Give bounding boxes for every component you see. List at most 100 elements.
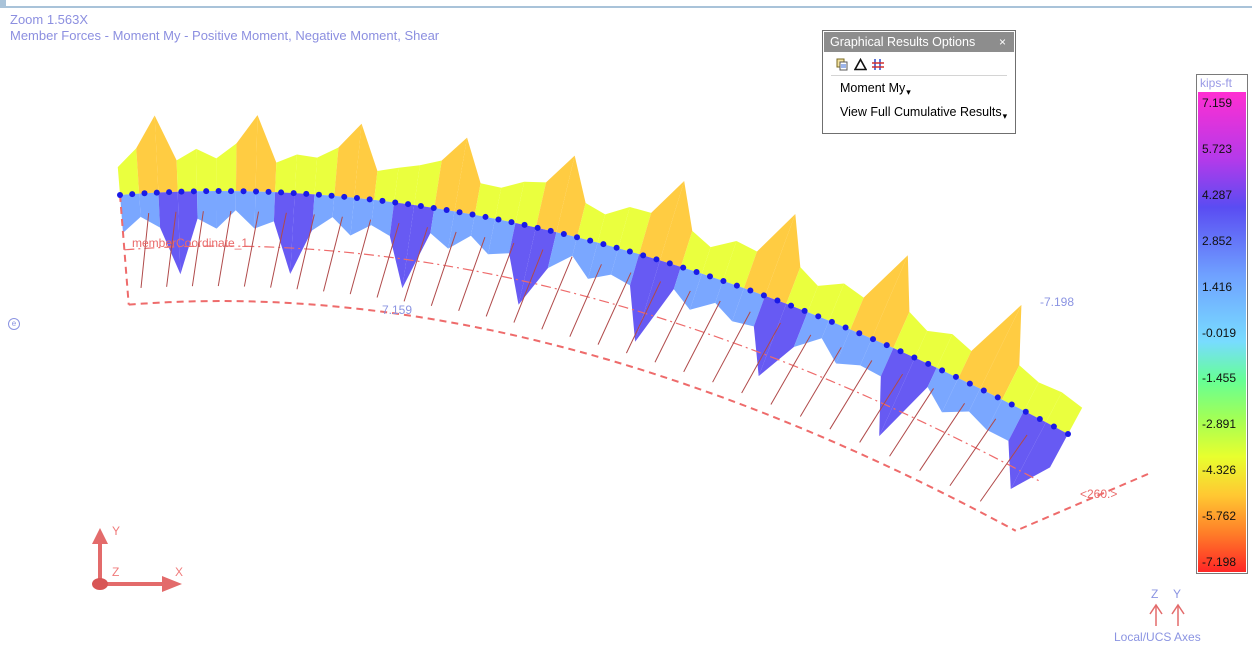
member-point[interactable]	[253, 188, 260, 195]
graphical-results-options-panel: Graphical Results Options × Moment My▾ V…	[822, 30, 1016, 134]
member-point[interactable]	[228, 188, 235, 195]
legend-value: -4.326	[1202, 463, 1237, 478]
member-point[interactable]	[469, 211, 476, 218]
member-point[interactable]	[801, 307, 808, 314]
member-point[interactable]	[265, 188, 272, 195]
member-point[interactable]	[747, 287, 754, 294]
member-point[interactable]	[166, 189, 173, 196]
panel-title-bar[interactable]: Graphical Results Options ×	[824, 32, 1014, 52]
zoom-readout: Zoom 1.563X	[10, 12, 89, 27]
member-point[interactable]	[1036, 416, 1043, 423]
negative-moment-segment	[294, 154, 318, 195]
member-point[interactable]	[1050, 423, 1057, 430]
member-point[interactable]	[693, 268, 700, 275]
member-point[interactable]	[240, 188, 247, 195]
member-point[interactable]	[966, 380, 973, 387]
member-point[interactable]	[303, 190, 310, 197]
member-point[interactable]	[290, 190, 297, 197]
member-point[interactable]	[129, 191, 136, 198]
member-point[interactable]	[788, 302, 795, 309]
min-moment-label: -7.198	[1040, 295, 1074, 309]
member-point[interactable]	[733, 282, 740, 289]
home-view-icon[interactable]: e	[8, 318, 20, 330]
member-point[interactable]	[626, 248, 633, 255]
member-point[interactable]	[141, 190, 148, 197]
cumulative-results-dropdown[interactable]: View Full Cumulative Results▾	[823, 100, 1015, 124]
member-point[interactable]	[353, 195, 360, 202]
legend-unit-label: kips-ft	[1200, 76, 1233, 90]
negative-moment-segment	[314, 147, 339, 196]
member-point[interactable]	[456, 209, 463, 216]
member-point[interactable]	[706, 273, 713, 280]
member-point[interactable]	[1065, 431, 1071, 437]
member-point[interactable]	[952, 373, 959, 380]
member-point[interactable]	[842, 324, 849, 331]
member-point[interactable]	[911, 354, 918, 361]
member-point[interactable]	[925, 360, 932, 367]
member-point[interactable]	[190, 188, 197, 195]
member-point[interactable]	[405, 201, 412, 208]
member-point[interactable]	[547, 227, 554, 234]
member-point[interactable]	[392, 199, 399, 206]
member-point[interactable]	[417, 203, 424, 209]
member-point[interactable]	[341, 193, 348, 200]
global-axes-icon	[92, 528, 182, 592]
member-point[interactable]	[430, 204, 437, 211]
dropdown-caret-icon: ▾	[1002, 111, 1008, 121]
member-point[interactable]	[870, 336, 877, 343]
member-point[interactable]	[117, 192, 123, 198]
member-point[interactable]	[828, 318, 835, 325]
member-point[interactable]	[815, 313, 822, 320]
member-point[interactable]	[587, 237, 594, 244]
member-point[interactable]	[278, 189, 285, 196]
tributary-line	[597, 272, 632, 345]
member-coordinate-label[interactable]: memberCoordinate_1	[132, 236, 248, 250]
member-point[interactable]	[534, 224, 541, 231]
member-point[interactable]	[379, 197, 386, 204]
member-point[interactable]	[443, 207, 450, 214]
member-point[interactable]	[178, 188, 185, 195]
member-point[interactable]	[939, 367, 946, 374]
member-point[interactable]	[560, 230, 567, 237]
copy-results-icon[interactable]	[835, 57, 849, 71]
delta-icon[interactable]	[853, 57, 867, 71]
member-point[interactable]	[366, 196, 373, 203]
result-type-caption: Member Forces - Moment My - Positive Mom…	[10, 28, 440, 43]
member-point[interactable]	[1022, 408, 1029, 415]
member-point[interactable]	[994, 394, 1001, 401]
member-point[interactable]	[640, 252, 647, 259]
model-viewport[interactable]: memberCoordinate_1 7.159 -7.198 <260.> Y…	[0, 0, 1252, 650]
positive-moment-segment	[311, 194, 335, 231]
member-point[interactable]	[653, 256, 660, 263]
positive-moment-segment	[254, 191, 276, 229]
member-point[interactable]	[897, 348, 904, 355]
close-icon[interactable]: ×	[999, 32, 1006, 52]
split-members-icon[interactable]	[871, 57, 885, 71]
member-point[interactable]	[883, 342, 890, 349]
member-point[interactable]	[574, 234, 580, 241]
legend-value: -0.019	[1202, 325, 1237, 340]
member-point[interactable]	[680, 264, 687, 271]
member-point[interactable]	[856, 330, 863, 337]
member-point[interactable]	[482, 213, 489, 220]
member-point[interactable]	[760, 292, 767, 299]
member-point[interactable]	[203, 188, 210, 195]
result-component-dropdown[interactable]: Moment My▾	[823, 76, 1015, 100]
member-point[interactable]	[521, 221, 528, 228]
member-point[interactable]	[508, 219, 515, 226]
member-point[interactable]	[600, 241, 607, 248]
member-point[interactable]	[720, 277, 727, 284]
member-point[interactable]	[495, 216, 502, 223]
member-point[interactable]	[980, 387, 987, 394]
negative-moment-segment	[235, 115, 258, 192]
member-point[interactable]	[1008, 401, 1015, 408]
member-point[interactable]	[153, 189, 160, 196]
member-point[interactable]	[666, 260, 673, 267]
member-point[interactable]	[613, 244, 620, 251]
negative-moment-segment	[275, 154, 297, 194]
member-point[interactable]	[215, 188, 222, 195]
node-label[interactable]: <260.>	[1080, 487, 1117, 501]
member-point[interactable]	[315, 191, 322, 198]
member-point[interactable]	[774, 297, 781, 304]
member-point[interactable]	[328, 192, 335, 199]
